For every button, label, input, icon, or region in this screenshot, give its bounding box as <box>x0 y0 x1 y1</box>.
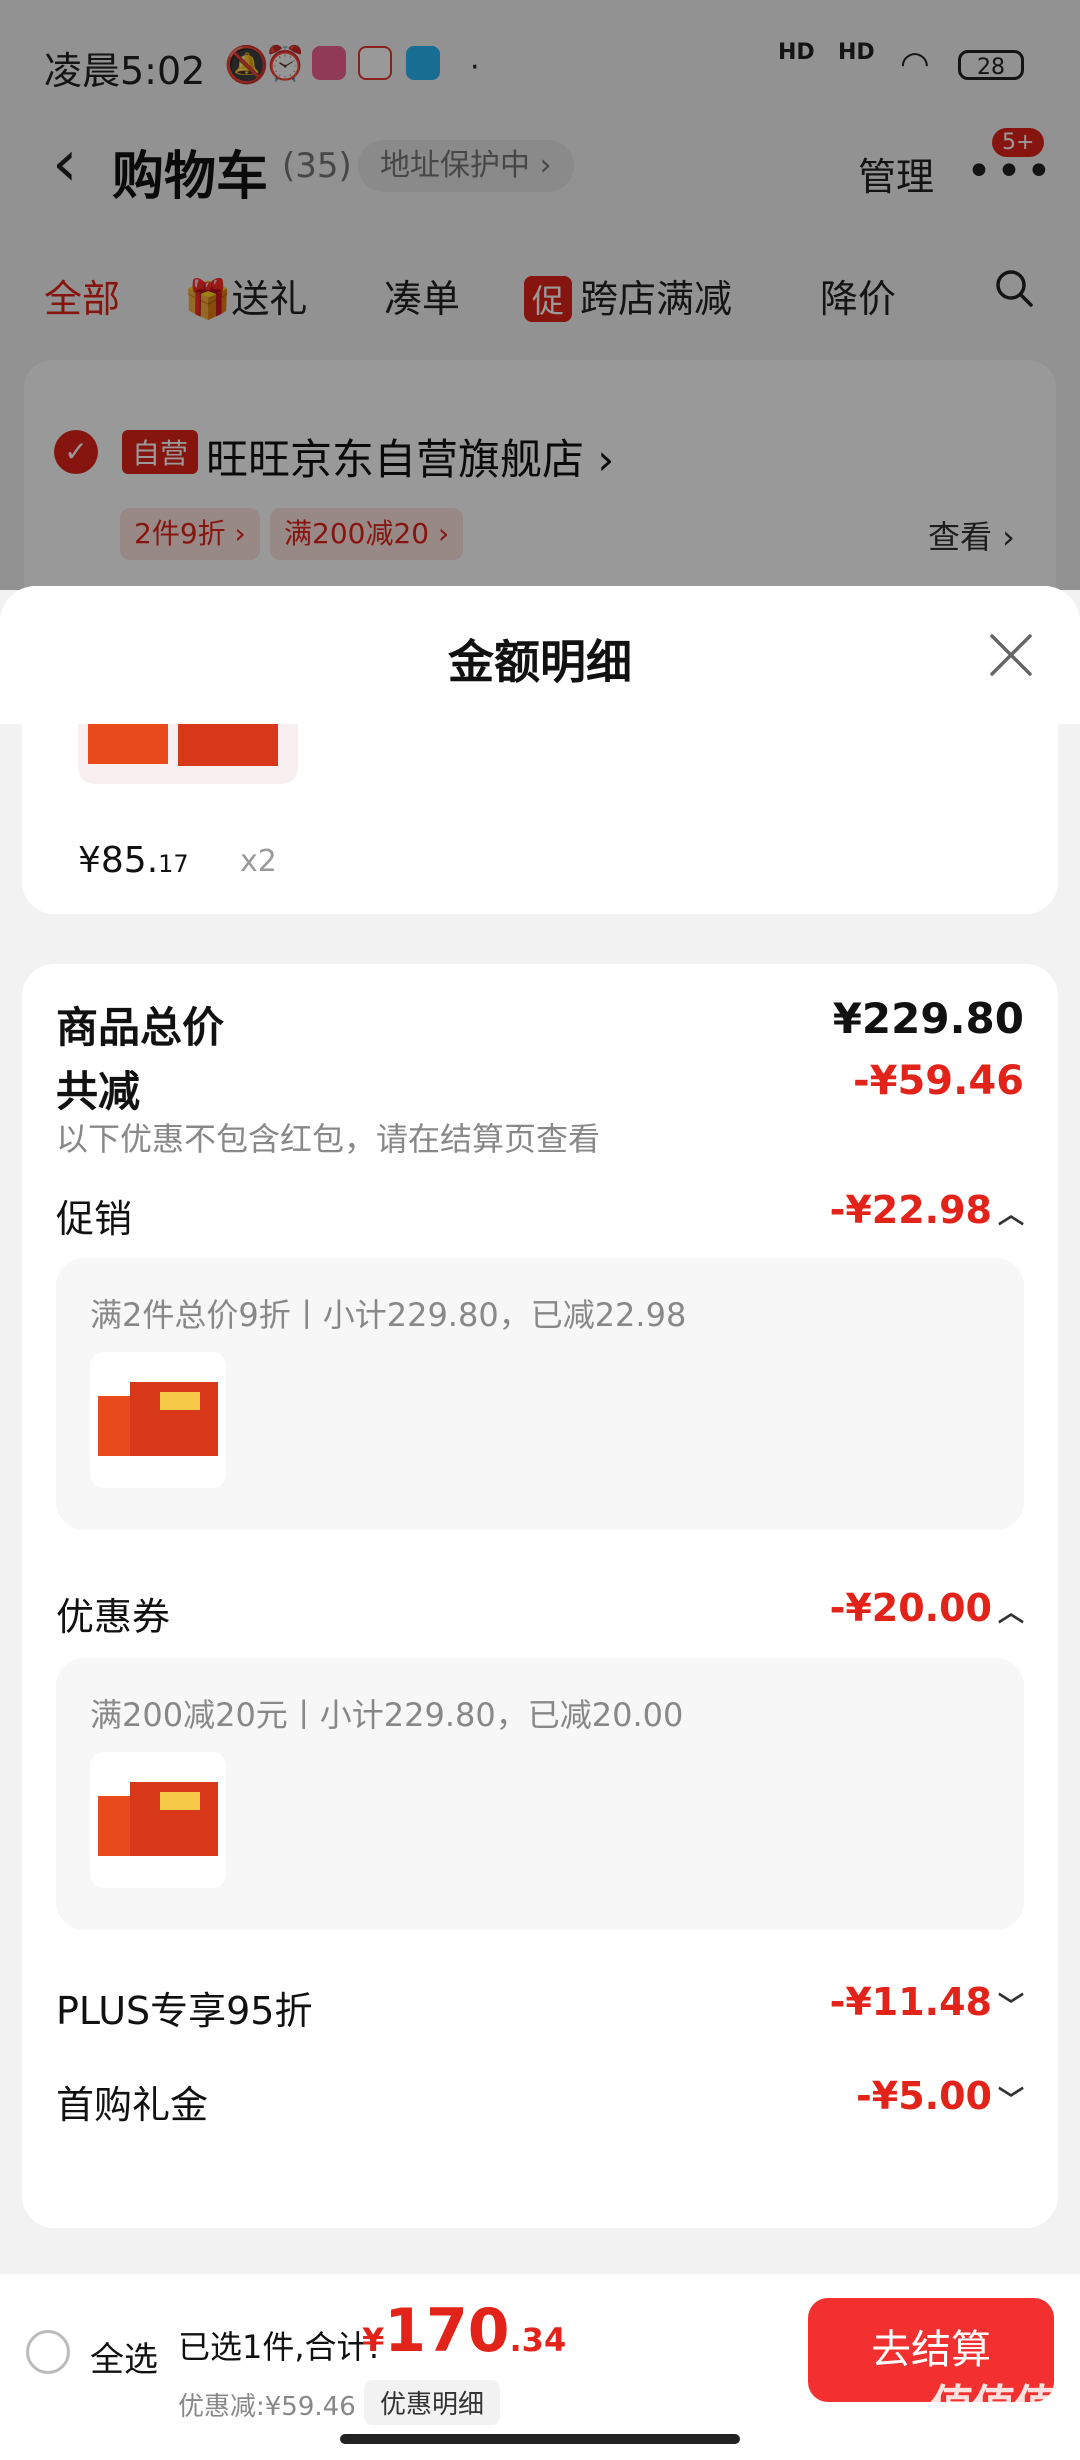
coupon-product-thumbnail <box>90 1752 226 1888</box>
discount-detail-button[interactable]: 优惠明细 <box>364 2380 501 2425</box>
total-dec: .34 <box>509 2321 567 2359</box>
chevron-down-icon: ﹀ <box>997 2086 1024 2116</box>
watermark-logo: 值值值 <box>930 2381 1058 2432</box>
total-int: 170 <box>384 2296 510 2366</box>
chevron-up-icon: ︿ <box>997 1200 1024 1230</box>
promotion-amount-value: -¥22.98 <box>829 1188 992 1232</box>
product-image <box>88 724 278 766</box>
checkout-bar: 全选 已选1件,合计: ¥170.34 优惠减:¥59.46 优惠明细 去结算 <box>0 2274 1080 2460</box>
promotion-detail-box: 满2件总价9折丨小计229.80，已减22.98 <box>56 1258 1024 1530</box>
coupon-amount-value: -¥20.00 <box>829 1586 992 1630</box>
close-icon[interactable] <box>986 630 1036 680</box>
product-price-dec: 17 <box>158 850 189 878</box>
select-all-label[interactable]: 全选 <box>90 2332 158 2381</box>
product-card: ¥85.17 x2 <box>22 724 1058 914</box>
product-price: ¥85.17 <box>78 840 189 881</box>
chevron-up-icon: ︿ <box>997 1598 1024 1628</box>
discount-total-amount: -¥59.46 <box>853 1058 1024 1104</box>
plus-discount-value: -¥11.48 <box>829 1980 992 2024</box>
promotion-product-image <box>98 1382 218 1456</box>
total-price: ¥170.34 <box>362 2296 566 2366</box>
modal-overlay[interactable] <box>0 0 1080 590</box>
coupon-detail-text: 满200减20元丨小计229.80，已减20.00 <box>90 1696 684 1734</box>
goods-total-label: 商品总价 <box>56 1003 225 1052</box>
plus-discount-amount[interactable]: -¥11.48 ﹀ <box>830 1980 1024 2024</box>
amount-detail-sheet: 金额明细 ¥85.17 x2 商品总价 ¥229.80 共减 -¥59.46 以… <box>0 586 1080 2460</box>
select-all-checkbox[interactable] <box>26 2330 70 2374</box>
saved-amount-text: 优惠减:¥59.46 <box>178 2392 356 2422</box>
discount-note: 以下优惠不包含红包，请在结算页查看 <box>56 1120 601 1158</box>
discount-total-label: 共减 <box>56 1067 141 1116</box>
product-quantity: x2 <box>240 844 277 879</box>
promotion-label: 促销 <box>56 1197 133 1241</box>
sheet-header: 金额明细 <box>0 586 1080 724</box>
selected-count-text: 已选1件,合计: <box>178 2328 380 2366</box>
product-thumbnail <box>78 724 298 784</box>
first-purchase-amount[interactable]: -¥5.00 ﹀ <box>856 2074 1024 2118</box>
price-detail-card: 商品总价 ¥229.80 共减 -¥59.46 以下优惠不包含红包，请在结算页查… <box>22 964 1058 2228</box>
coupon-product-image <box>98 1782 218 1856</box>
product-price-int: ¥85. <box>78 840 159 881</box>
first-purchase-label: 首购礼金 <box>56 2083 209 2127</box>
sheet-title: 金额明细 <box>448 635 632 689</box>
promotion-product-thumbnail <box>90 1352 226 1488</box>
home-indicator[interactable] <box>340 2434 740 2444</box>
first-purchase-value: -¥5.00 <box>856 2074 992 2118</box>
coupon-detail-box: 满200减20元丨小计229.80，已减20.00 <box>56 1658 1024 1930</box>
coupon-amount[interactable]: -¥20.00 ︿ <box>830 1586 1024 1630</box>
total-currency: ¥ <box>362 2321 385 2359</box>
goods-total-amount: ¥229.80 <box>832 994 1024 1043</box>
promotion-detail-text: 满2件总价9折丨小计229.80，已减22.98 <box>90 1296 687 1334</box>
plus-discount-label: PLUS专享95折 <box>56 1989 313 2033</box>
chevron-down-icon: ﹀ <box>997 1992 1024 2022</box>
promotion-amount[interactable]: -¥22.98 ︿ <box>830 1188 1024 1232</box>
coupon-label: 优惠券 <box>56 1595 171 1639</box>
